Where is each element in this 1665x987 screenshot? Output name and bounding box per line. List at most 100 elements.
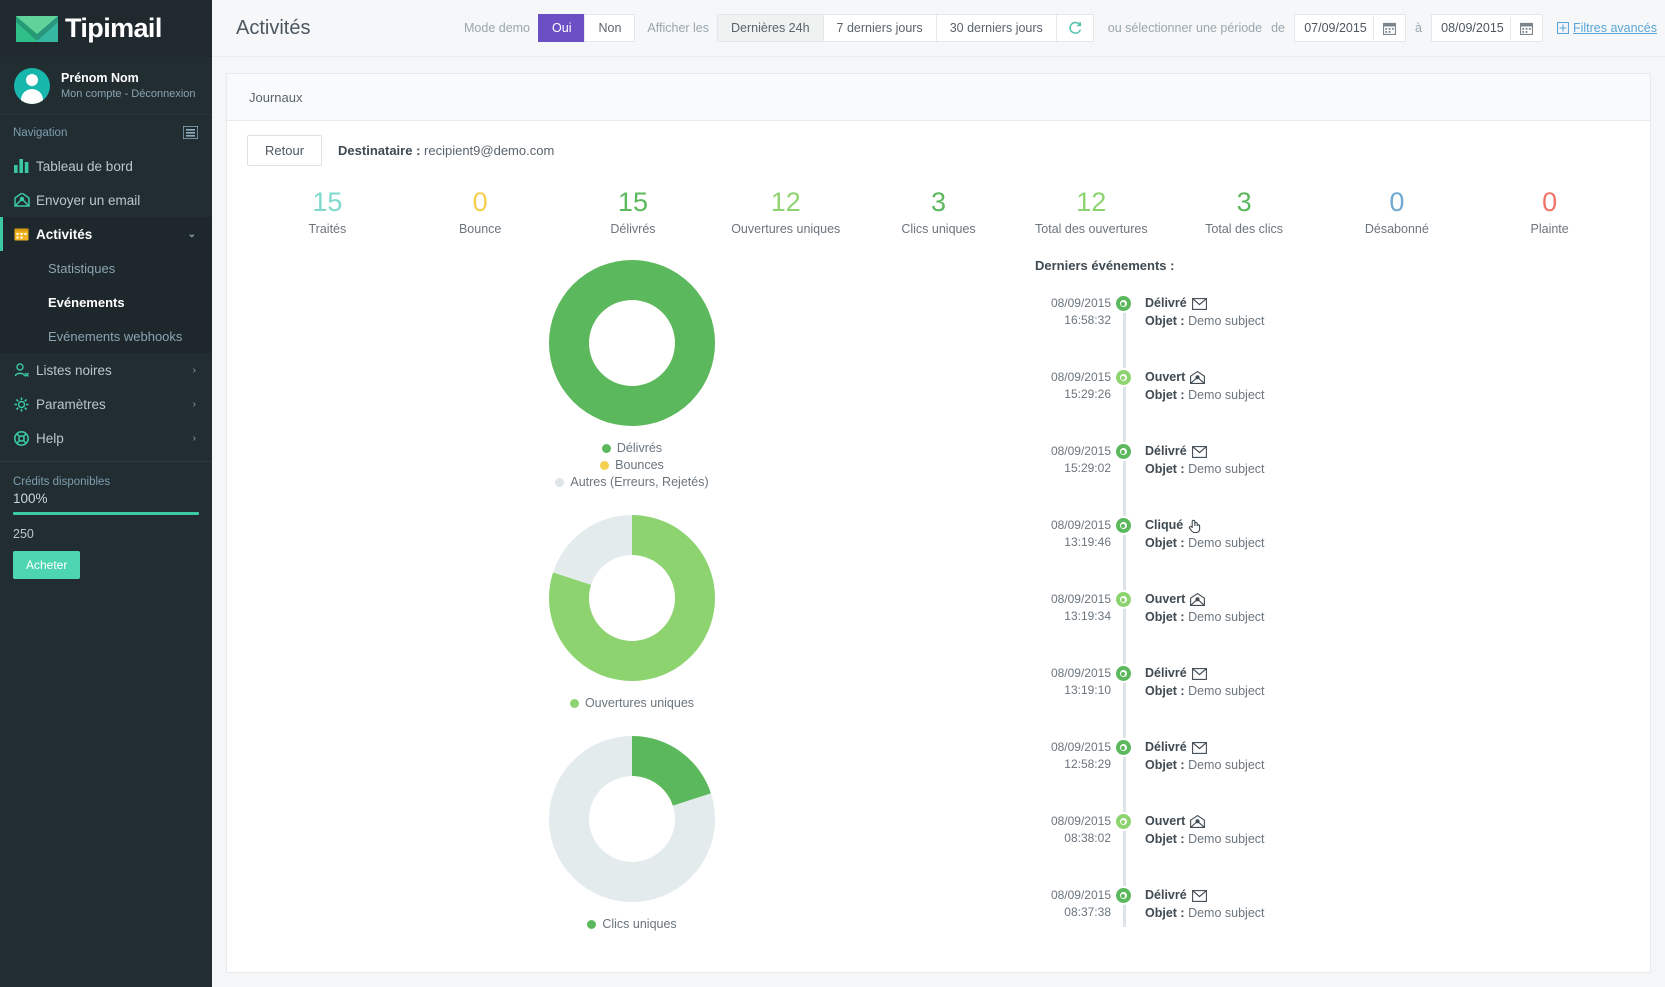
event-body: Ouvert Objet : Demo subject	[1135, 369, 1630, 404]
stat-value: 0	[1542, 187, 1558, 217]
user-block-icon	[14, 363, 36, 377]
date-from-field[interactable]	[1293, 14, 1406, 42]
unique-opens-donut-legend: Ouvertures uniques	[569, 695, 694, 712]
event-body: Délivré Objet : Demo subject	[1135, 443, 1630, 478]
event-time: 08:37:38	[1064, 905, 1111, 920]
event-subject: Objet : Demo subject	[1145, 534, 1630, 552]
stat-label: Ouvertures uniques	[731, 222, 841, 237]
unique-clicks-donut-legend: Clics uniques	[587, 916, 677, 933]
tab-journaux[interactable]: Journaux	[249, 90, 302, 105]
advanced-filters-link[interactable]: Filtres avancés	[1556, 21, 1657, 35]
date-from-input[interactable]	[1294, 15, 1373, 41]
event-time: 13:19:34	[1064, 609, 1111, 624]
event-type: Ouvert	[1145, 813, 1630, 830]
stat-label: Total des clics	[1205, 222, 1283, 237]
from-label: de	[1271, 21, 1285, 35]
event-subject: Objet : Demo subject	[1145, 460, 1630, 478]
panel-tabs: Journaux	[227, 74, 1650, 121]
sidebar-item-parametres[interactable]: Paramètres ›	[0, 387, 212, 421]
event-type: Délivré	[1145, 665, 1630, 682]
event-datetime: 08/09/2015 13:19:10	[1033, 665, 1111, 699]
legend-item: Autres (Erreurs, Rejetés)	[555, 474, 709, 491]
demo-mode-yes-button[interactable]: Oui	[538, 14, 586, 42]
refresh-icon[interactable]	[1055, 14, 1094, 42]
event-type: Cliqué	[1145, 517, 1630, 534]
sidebar: Tipimail Prénom Nom Mon compte - Déconne…	[0, 0, 212, 987]
sidebar-item-listes-noires[interactable]: Listes noires ›	[0, 353, 212, 387]
legend-item: Ouvertures uniques	[569, 695, 694, 712]
sidebar-subitem-label: Evénements	[48, 294, 125, 310]
donut-slice	[553, 515, 632, 586]
timeline-dot-icon	[1115, 296, 1131, 312]
event-subject-value: Demo subject	[1188, 684, 1265, 699]
chevron-right-icon[interactable]: ›	[193, 365, 212, 376]
date-to-field[interactable]	[1430, 14, 1543, 42]
event-subject-value: Demo subject	[1188, 314, 1265, 329]
envelope-open-icon	[1190, 815, 1206, 829]
event-subject-label: Objet :	[1145, 610, 1185, 625]
legend-label: Bounces	[615, 458, 664, 473]
user-panel[interactable]: Prénom Nom Mon compte - Déconnexion	[0, 57, 212, 115]
buy-credits-button[interactable]: Acheter	[13, 551, 81, 579]
stat-value: 0	[472, 187, 488, 217]
event-subject: Objet : Demo subject	[1145, 312, 1630, 330]
event-time: 13:19:10	[1064, 683, 1111, 698]
chevron-down-icon[interactable]: ⌄	[188, 229, 212, 240]
event-datetime: 08/09/2015 13:19:46	[1033, 517, 1111, 551]
range-7-days-button[interactable]: 7 derniers jours	[822, 14, 937, 42]
event-item: 08/09/2015 15:29:02 Délivré Objet : Demo su…	[1033, 443, 1630, 483]
user-account-links[interactable]: Mon compte - Déconnexion	[61, 87, 196, 102]
hand-pointer-icon	[1188, 519, 1201, 533]
event-subject: Objet : Demo subject	[1145, 682, 1630, 700]
sidebar-item-label: Paramètres	[36, 396, 106, 412]
delivery-donut	[547, 258, 717, 428]
event-subject-label: Objet :	[1145, 536, 1185, 551]
calendar-icon[interactable]	[1372, 16, 1405, 40]
stat-label: Clics uniques	[901, 222, 976, 237]
range-selector: Dernières 24h 7 derniers jours 30 dernie…	[717, 14, 1094, 42]
envelope-logo-icon	[16, 14, 58, 44]
demo-mode-no-button[interactable]: Non	[584, 14, 636, 42]
back-button[interactable]: Retour	[247, 135, 323, 166]
sidebar-item-tableau-de-bord[interactable]: Tableau de bord	[0, 149, 212, 183]
range-30-days-button[interactable]: 30 derniers jours	[935, 14, 1057, 42]
stat-value: 0	[1389, 187, 1405, 217]
sidebar-submenu-activites: Statistiques Evénements Evénements webho…	[0, 251, 212, 353]
event-date: 08/09/2015	[1050, 666, 1111, 681]
legend-color-dot	[600, 461, 610, 471]
date-to-input[interactable]	[1431, 15, 1510, 41]
sidebar-item-help[interactable]: Help ›	[0, 421, 212, 455]
calendar-icon[interactable]	[1509, 16, 1542, 40]
timeline-dot-icon	[1115, 888, 1131, 904]
content-area: Journaux Retour Destinataire : recipient…	[212, 57, 1665, 987]
event-subject-value: Demo subject	[1188, 462, 1265, 477]
stat-value: 3	[931, 187, 947, 217]
recipient-label: Destinataire :	[338, 143, 421, 158]
sidebar-item-activites[interactable]: Activités ⌄	[0, 217, 212, 251]
demo-mode-label: Mode demo	[464, 21, 531, 35]
brand-header[interactable]: Tipimail	[0, 0, 212, 57]
sidebar-item-envoyer-un-email[interactable]: Envoyer un email	[0, 183, 212, 217]
event-type: Délivré	[1145, 295, 1630, 312]
stat-total-ouvertures: 12 Total des ouvertures	[1015, 188, 1168, 237]
event-subject: Objet : Demo subject	[1145, 756, 1630, 774]
event-body: Délivré Objet : Demo subject	[1135, 295, 1630, 330]
sidebar-item-label: Activités	[36, 226, 93, 242]
stat-label: Total des ouvertures	[1035, 222, 1148, 237]
stat-value: 15	[312, 187, 343, 217]
event-time: 16:58:32	[1064, 313, 1111, 328]
advanced-filters-label: Filtres avancés	[1572, 21, 1657, 35]
event-body: Cliqué Objet : Demo subject	[1135, 517, 1630, 552]
event-marker	[1111, 295, 1135, 312]
chevron-right-icon[interactable]: ›	[193, 399, 212, 410]
donut-slice	[632, 736, 711, 807]
demo-mode-toggle: Oui Non	[538, 14, 636, 42]
sidebar-item-statistiques[interactable]: Statistiques	[0, 251, 212, 285]
event-subject-label: Objet :	[1145, 906, 1185, 921]
collapse-sidebar-icon[interactable]	[183, 126, 198, 139]
timeline-dot-icon	[1115, 370, 1131, 386]
chevron-right-icon[interactable]: ›	[193, 433, 212, 444]
range-last-24h-button[interactable]: Dernières 24h	[717, 14, 824, 42]
sidebar-item-evenements-webhooks[interactable]: Evénements webhooks	[0, 319, 212, 353]
sidebar-item-evenements[interactable]: Evénements	[0, 285, 212, 319]
